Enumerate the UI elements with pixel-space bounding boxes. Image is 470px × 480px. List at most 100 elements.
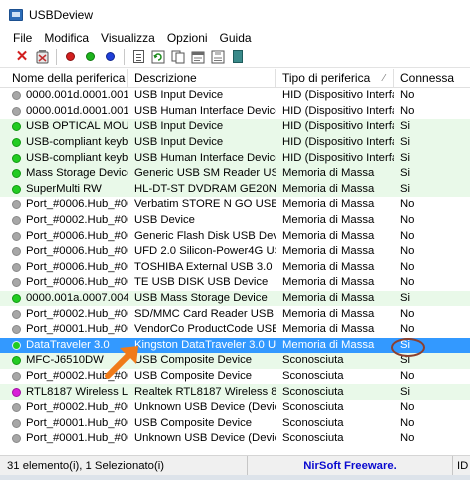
cell-device-name: Port_#0001.Hub_#0005 [0,431,128,446]
cell-connected: No [400,260,415,273]
cell-description: Unknown USB Device (Device ... [134,401,276,414]
status-dot-icon [12,138,21,148]
cell-device-type: Memoria di Massa [282,182,375,195]
menu-help[interactable]: Guida [214,31,258,45]
device-name-text: USB OPTICAL MOUSE [26,120,128,133]
column-header-description[interactable]: Descrizione [128,69,276,88]
html-report-icon[interactable] [190,49,206,65]
table-row[interactable]: USB OPTICAL MOUSE USB Input Device HID (Di… [0,119,470,135]
disconnect-red-icon[interactable] [62,49,78,65]
cell-connected: Si [400,167,411,180]
copy-icon[interactable] [170,49,186,65]
menu-edit[interactable]: Modifica [38,31,95,45]
cell-description: USB Input Device [134,120,224,133]
cell-description: TE USB DISK USB Device [134,276,269,289]
status-dot-icon [12,169,21,179]
cell-connected: No [400,104,415,117]
status-dot-icon [12,325,21,335]
cell-description: USB Composite Device [134,416,253,429]
cell-connected: Si [400,385,411,398]
table-row[interactable]: Port_#0002.Hub_#0005 Unknown USB Device (… [0,400,470,416]
table-row[interactable]: Port_#0001.Hub_#0005 USB Composite Device… [0,415,470,431]
nirsoft-link[interactable]: NirSoft Freeware. http://www.nirsoft.net [248,455,453,480]
table-row[interactable]: Port_#0006.Hub_#0007 Verbatim STORE N GO … [0,197,470,213]
table-row[interactable]: Port_#0001.Hub_#0005 Unknown USB Device (… [0,431,470,447]
table-row[interactable]: Port_#0002.Hub_#0006 USB Device Memoria di… [0,213,470,229]
table-row[interactable]: 0000.001a.0007.004.00... USB Mass Storage… [0,290,470,307]
save-icon[interactable] [210,49,226,65]
device-name-text: USB-compliant keybo... [26,151,128,164]
cell-device-type: Memoria di Massa [282,307,375,320]
column-header-connected[interactable]: Connessa [394,69,470,88]
table-row[interactable]: USB-compliant keybo... USB Input Device HI… [0,134,470,151]
table-row[interactable]: 0000.001d.0001.001.00... USB Input Device… [0,88,470,104]
uninstall-icon[interactable] [34,49,50,65]
menu-file[interactable]: File [0,31,38,45]
cell-connected: No [400,369,415,382]
table-row[interactable]: SuperMulti RW HL-DT-ST DVDRAM GE20NU1... M… [0,181,470,198]
cell-description: Kingston DataTraveler 3.0 USB... [134,338,276,351]
exit-icon[interactable] [230,49,246,65]
table-row[interactable]: RTL8187 Wireless LAN... Realtek RTL8187 W… [0,384,470,400]
cell-connected: No [400,307,415,320]
table-row[interactable]: Port_#0002.Hub_#0003 SD/MMC Card Reader U… [0,306,470,322]
cell-device-name: Port_#0001.Hub_#0005 [0,416,128,431]
cell-device-name: Mass Storage Device [0,166,128,181]
table-row[interactable]: 0000.001d.0001.001.00... USB Human Interf… [0,104,470,120]
cell-description: USB Human Interface Device [134,151,276,164]
status-dot-icon [12,418,21,428]
cell-description: Unknown USB Device (Device ... [134,432,276,445]
cell-connected: No [400,229,415,242]
status-dot-icon [12,434,21,444]
blue-dot-icon[interactable] [102,49,118,65]
cell-description: Realtek RTL8187 Wireless 802.... [134,385,276,398]
table-row[interactable]: Port_#0001.Hub_#0003 VendorCo ProductCode… [0,322,470,338]
table-row[interactable]: Port_#0002.Hub_#0005 USB Composite Device… [0,369,470,385]
status-dot-icon [12,200,21,210]
cell-device-type: HID (Dispositivo Interfac... [282,104,394,117]
cell-description: HL-DT-ST DVDRAM GE20NU1... [134,182,276,195]
status-dot-icon [12,340,21,350]
cell-device-type: Sconosciuta [282,369,344,382]
cell-device-name: Port_#0006.Hub_#0007 [0,244,128,259]
cell-connected: Si [400,151,411,164]
cell-connected: Si [400,182,411,195]
device-name-text: Port_#0006.Hub_#0007 [26,229,128,242]
cell-description: USB Input Device [134,89,224,102]
cell-device-type: Memoria di Massa [282,214,375,227]
table-row[interactable]: Mass Storage Device Generic USB SM Reader… [0,165,470,182]
status-dot-icon [12,278,21,288]
menu-options[interactable]: Opzioni [161,31,214,45]
delete-icon[interactable]: ✕ [14,48,30,65]
cell-device-type: Memoria di Massa [282,167,375,180]
cell-device-type: Memoria di Massa [282,229,375,242]
properties-icon[interactable] [130,49,146,65]
device-list[interactable]: Nome della periferica Descrizione Tipo d… [0,69,470,455]
status-extra: ID [457,459,469,472]
cell-device-name: Port_#0002.Hub_#0005 [0,369,128,384]
cell-device-name: USB OPTICAL MOUSE [0,119,128,134]
cell-device-type: Sconosciuta [282,354,344,367]
table-row[interactable]: Port_#0006.Hub_#0007 Generic Flash Disk U… [0,228,470,244]
cell-device-name: 0000.001d.0001.001.00... [0,104,128,119]
cell-device-name: SuperMulti RW [0,182,128,197]
table-row[interactable]: Port_#0006.Hub_#0007 TOSHIBA External USB… [0,260,470,276]
device-name-text: Port_#0006.Hub_#0007 [26,276,128,289]
cell-device-type: Memoria di Massa [282,292,375,305]
column-header-name[interactable]: Nome della periferica [0,69,128,88]
device-name-text: 0000.001d.0001.001.00... [26,89,128,102]
taskbar-edge [0,475,470,480]
cell-description: USB Mass Storage Device [134,292,268,305]
cell-description: Verbatim STORE N GO USB De... [134,198,276,211]
connect-green-icon[interactable] [82,49,98,65]
table-row[interactable]: DataTraveler 3.0 Kingston DataTraveler 3.… [0,337,470,354]
table-row[interactable]: MFC-J6510DW USB Composite Device Sconosciu… [0,353,470,369]
status-dot-icon [12,371,21,381]
table-row[interactable]: Port_#0006.Hub_#0007 UFD 2.0 Silicon-Powe… [0,244,470,260]
menu-view[interactable]: Visualizza [95,31,161,45]
refresh-icon[interactable] [150,49,166,65]
cell-device-name: Port_#0002.Hub_#0003 [0,307,128,322]
table-row[interactable]: Port_#0006.Hub_#0007 TE USB DISK USB Devi… [0,275,470,291]
table-row[interactable]: USB-compliant keybo... USB Human Interfac… [0,150,470,166]
column-header-type[interactable]: Tipo di periferica ⁄ [276,69,394,88]
